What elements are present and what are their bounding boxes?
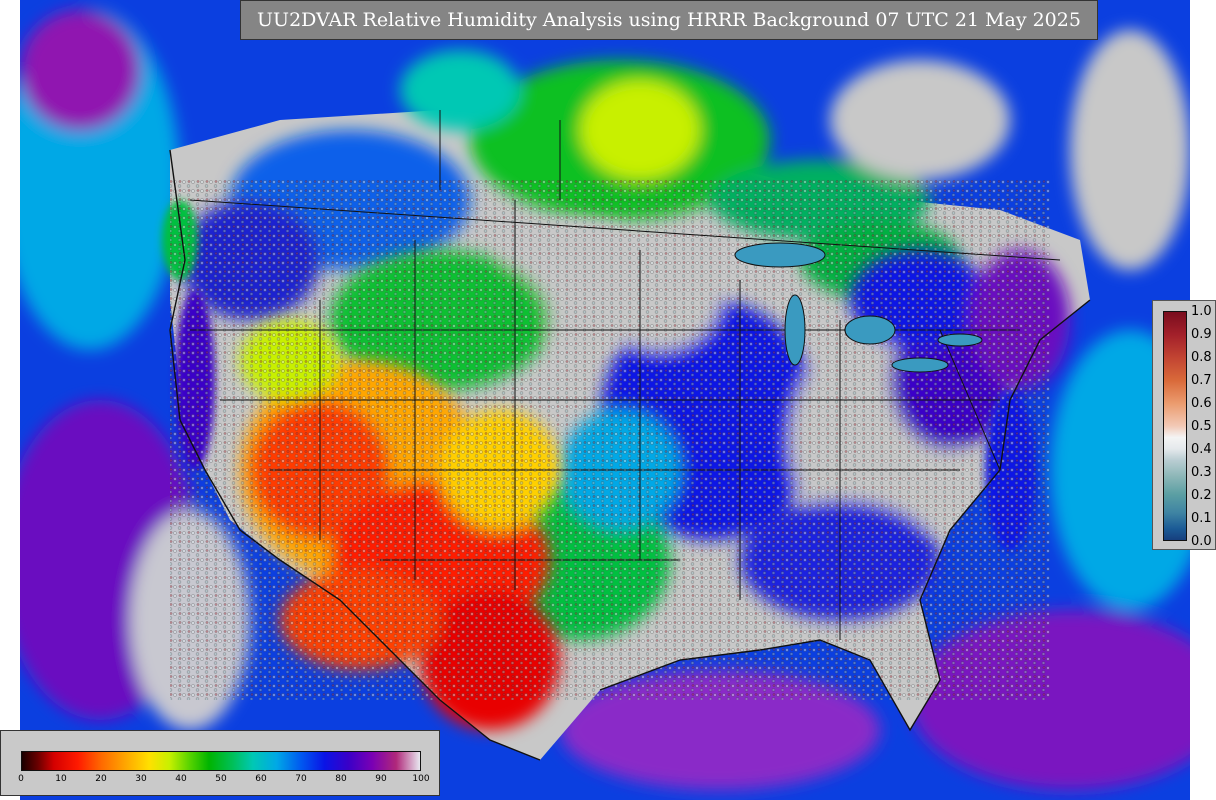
rh-tick: 90 xyxy=(375,774,387,784)
rh-tick: 60 xyxy=(255,774,267,784)
observation-tick: 0.2 xyxy=(1191,488,1212,503)
relative-humidity-colorbar: 0 10 20 30 40 50 60 70 80 90 100 xyxy=(0,730,440,796)
observation-tick: 0.9 xyxy=(1191,327,1212,342)
observation-tick: 0.6 xyxy=(1191,396,1212,411)
observation-stations xyxy=(170,180,1050,700)
rh-tick: 40 xyxy=(175,774,187,784)
rh-tick: 50 xyxy=(215,774,227,784)
rh-tick: 0 xyxy=(18,774,24,784)
rh-tick: 10 xyxy=(55,774,67,784)
observation-tick: 1.0 xyxy=(1191,304,1212,319)
rh-tick: 20 xyxy=(95,774,107,784)
rh-tick: 70 xyxy=(295,774,307,784)
observation-tick: 0.0 xyxy=(1191,534,1212,549)
relative-humidity-colorbar-scale xyxy=(21,751,421,771)
observation-tick: 0.7 xyxy=(1191,373,1212,388)
observation-tick: 0.5 xyxy=(1191,419,1212,434)
observation-tick: 0.8 xyxy=(1191,350,1212,365)
rh-tick: 80 xyxy=(335,774,347,784)
map-title: UU2DVAR Relative Humidity Analysis using… xyxy=(240,0,1098,40)
rh-tick: 30 xyxy=(135,774,147,784)
observation-tick: 0.4 xyxy=(1191,442,1212,457)
map-canvas xyxy=(20,0,1190,800)
observation-colorbar-scale xyxy=(1163,311,1187,541)
observation-colorbar: 1.0 0.9 0.8 0.7 0.6 0.5 0.4 0.3 0.2 0.1 … xyxy=(1152,300,1216,550)
rh-tick: 100 xyxy=(412,774,430,784)
observation-tick: 0.1 xyxy=(1191,511,1212,526)
observation-tick: 0.3 xyxy=(1191,465,1212,480)
humidity-map xyxy=(20,0,1190,800)
